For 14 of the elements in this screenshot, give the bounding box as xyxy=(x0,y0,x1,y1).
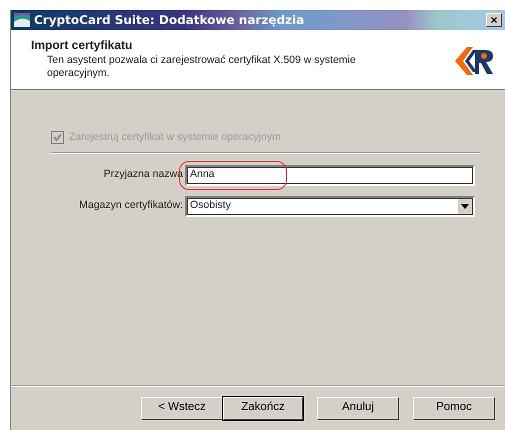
store-dropdown[interactable]: Osobisty xyxy=(185,196,475,217)
name-input-field[interactable]: Anna xyxy=(185,164,475,186)
wizard-button[interactable]: Pomoc xyxy=(413,396,495,420)
dropdown-value: Osobisty xyxy=(190,198,232,214)
checkbox-label: Zarejestruj certyfikat w systemie operacyjnym xyxy=(69,130,281,145)
close-button[interactable]: × xyxy=(486,13,502,27)
app-icon xyxy=(14,13,30,27)
page-description: Ten asystent pozwala ci zarejestrować certyfikat X.509 w systemie operacyjnym. xyxy=(46,54,357,80)
wizard-button[interactable]: Zakończ xyxy=(223,396,303,420)
page-title: Import certyfikatu xyxy=(31,37,134,54)
window-title: CryptoCard Suite: Dodatkowe narzędzia xyxy=(34,12,306,29)
field-label: Magazyn certyfikatów: xyxy=(78,198,183,214)
wizard-button[interactable]: Anuluj xyxy=(317,396,399,420)
wizard-button[interactable]: < Wstecz xyxy=(141,396,223,420)
